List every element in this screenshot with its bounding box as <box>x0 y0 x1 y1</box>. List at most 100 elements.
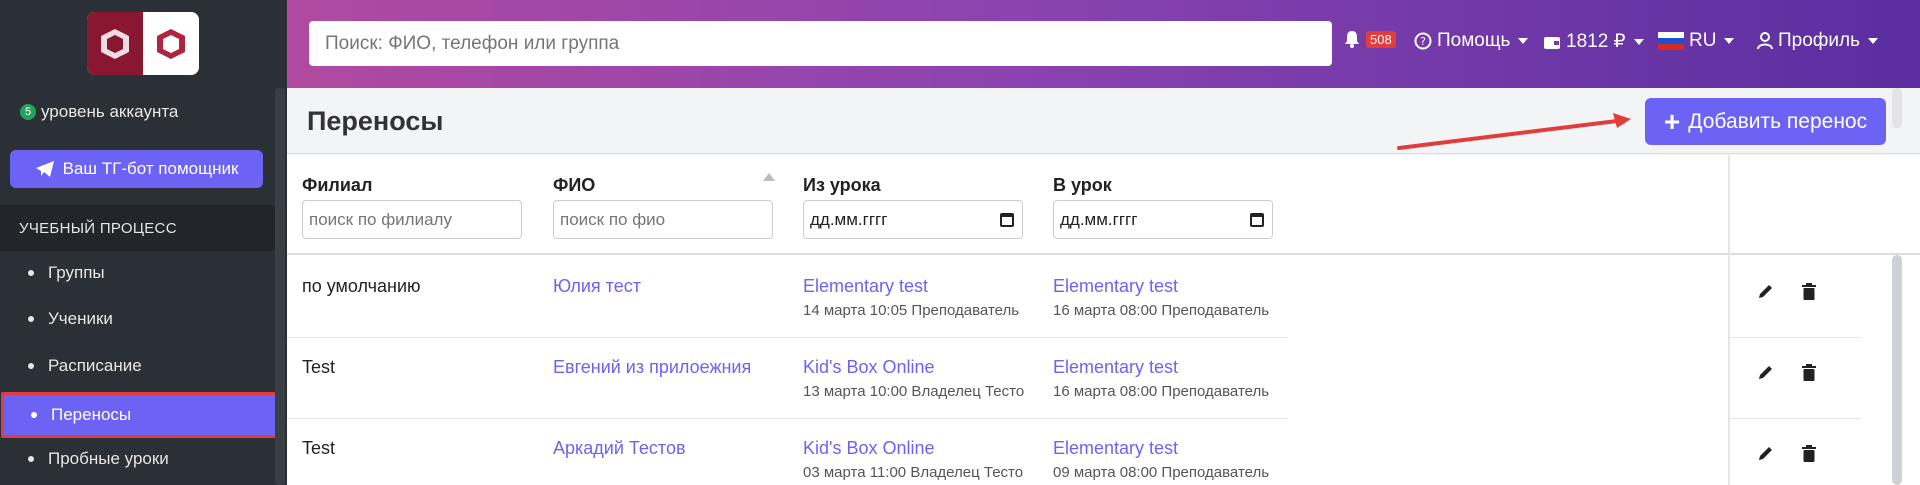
to-lesson-meta: 16 марта 08:00 Преподаватель <box>1053 302 1270 319</box>
table-row: Test Евгений из прилоежния Kid's Box Onl… <box>287 338 1920 419</box>
bullet-icon <box>28 363 34 369</box>
sidebar-item-students[interactable]: Ученики <box>0 297 275 341</box>
from-lesson-link[interactable]: Kid's Box Online <box>803 438 1043 459</box>
from-lesson-cell: Elementary test <box>803 276 1043 297</box>
sidebar-item-schedule[interactable]: Расписание <box>0 344 275 388</box>
logo-emblem-dark <box>87 12 143 75</box>
russia-flag-icon <box>1658 32 1684 50</box>
page-scrollbar-top[interactable] <box>1892 88 1902 128</box>
level-badge: 5 <box>20 104 36 120</box>
add-transfer-label: Добавить перенос <box>1688 109 1868 133</box>
branch-filter-input[interactable] <box>302 200 522 239</box>
bullet-icon <box>28 316 34 322</box>
to-lesson-link[interactable]: Elementary test <box>1053 357 1293 378</box>
page-title: Переносы <box>307 106 444 136</box>
to-lesson-meta: 09 марта 08:00 Преподаватель <box>1053 464 1270 481</box>
from-lesson-meta: 13 марта 10:00 Владелец Тесто <box>803 383 1025 400</box>
from-lesson-link[interactable]: Elementary test <box>803 276 1043 297</box>
notifications-badge: 508 <box>1366 30 1396 48</box>
sidebar-item-label: Группы <box>48 263 105 282</box>
from-lesson-cell: Kid's Box Online <box>803 357 1043 378</box>
annotation-arrow-icon <box>1397 113 1631 150</box>
trash-icon[interactable] <box>1798 443 1820 465</box>
balance-menu[interactable]: 1812 ₽ <box>1543 30 1644 53</box>
sidebar: 5 уровень аккаунта Ваш ТГ-бот помощник У… <box>0 0 287 485</box>
trash-icon[interactable] <box>1798 281 1820 303</box>
edit-icon[interactable] <box>1754 443 1776 465</box>
bullet-icon <box>28 270 34 276</box>
sort-arrow-icon[interactable] <box>763 173 775 181</box>
sidebar-item-groups[interactable]: Группы <box>0 251 275 295</box>
transfers-table: Филиал ФИО Из урока дд.мм.гггг В урок дд… <box>287 155 1920 485</box>
question-circle-icon: ? <box>1414 32 1432 50</box>
tg-bot-button[interactable]: Ваш ТГ-бот помощник <box>10 150 263 188</box>
edit-icon[interactable] <box>1754 281 1776 303</box>
balance-label: 1812 ₽ <box>1566 31 1626 52</box>
sidebar-item-label: Пробные уроки <box>48 449 169 468</box>
to-lesson-cell: Elementary test <box>1053 438 1293 459</box>
sidebar-item-label: Ученики <box>48 309 113 328</box>
user-icon <box>1757 32 1773 50</box>
sidebar-item-trial-lessons[interactable]: Пробные уроки <box>0 437 275 481</box>
search-input[interactable] <box>309 21 1332 66</box>
student-name-link[interactable]: Аркадий Тестов <box>553 438 686 459</box>
logo-emblem-light <box>143 12 199 75</box>
top-header: 508 ? Помощь 1812 ₽ RU Профиль <box>287 0 1920 88</box>
sidebar-item-label: Расписание <box>48 356 142 375</box>
wallet-icon <box>1544 36 1560 49</box>
highlight-box <box>1 392 282 438</box>
language-label: RU <box>1689 30 1717 51</box>
from-date-input[interactable]: дд.мм.гггг <box>803 200 1023 239</box>
to-lesson-link[interactable]: Elementary test <box>1053 438 1293 459</box>
level-label: уровень аккаунта <box>41 102 179 121</box>
caret-down-icon <box>1633 38 1644 45</box>
caret-down-icon <box>1868 38 1879 44</box>
table-row: Test Аркадий Тестов Kid's Box Online 03 … <box>287 419 1920 485</box>
plus-icon: + <box>1663 105 1681 137</box>
language-menu[interactable]: RU <box>1658 30 1735 52</box>
account-level: 5 уровень аккаунта <box>20 102 178 122</box>
to-date-placeholder: дд.мм.гггг <box>1060 209 1138 229</box>
column-header-to-lesson: В урок <box>1053 175 1112 195</box>
calendar-icon[interactable] <box>1000 212 1014 227</box>
student-name-link[interactable]: Юлия тест <box>553 276 641 297</box>
branch-cell: по умолчанию <box>302 276 421 296</box>
bullet-icon <box>28 456 34 462</box>
caret-down-icon <box>1518 38 1529 44</box>
caret-down-icon <box>1724 38 1735 44</box>
branch-cell: Test <box>302 438 336 458</box>
from-lesson-meta: 03 марта 11:00 Владелец Тесто <box>803 464 1024 481</box>
to-lesson-meta: 16 марта 08:00 Преподаватель <box>1053 383 1270 400</box>
branch-cell: Test <box>302 357 336 377</box>
table-row: по умолчанию Юлия тест Elementary test 1… <box>287 257 1920 338</box>
profile-menu[interactable]: Профиль <box>1757 30 1879 52</box>
svg-text:?: ? <box>1420 35 1426 48</box>
from-lesson-cell: Kid's Box Online <box>803 438 1043 459</box>
page-scrollbar-thumb[interactable] <box>1892 255 1902 485</box>
from-date-placeholder: дд.мм.гггг <box>810 209 888 229</box>
tg-bot-label: Ваш ТГ-бот помощник <box>62 159 239 178</box>
table-header: Филиал ФИО Из урока дд.мм.гггг В урок дд… <box>287 155 1920 255</box>
column-header-branch: Филиал <box>302 175 373 195</box>
sidebar-scrollbar[interactable] <box>275 88 285 485</box>
page-header: Переносы + Добавить перенос <box>287 88 1920 154</box>
help-label: Помощь <box>1437 30 1511 51</box>
help-menu[interactable]: ? Помощь <box>1414 30 1529 52</box>
name-filter-input[interactable] <box>553 200 773 239</box>
profile-label: Профиль <box>1778 30 1861 51</box>
from-lesson-link[interactable]: Kid's Box Online <box>803 357 1043 378</box>
bell-icon <box>1345 31 1359 48</box>
add-transfer-button[interactable]: + Добавить перенос <box>1645 98 1886 145</box>
logo[interactable] <box>87 12 199 75</box>
from-lesson-meta: 14 марта 10:05 Преподаватель <box>803 302 1020 319</box>
calendar-icon[interactable] <box>1250 212 1264 227</box>
edit-icon[interactable] <box>1754 362 1776 384</box>
to-lesson-link[interactable]: Elementary test <box>1053 276 1293 297</box>
student-name-link[interactable]: Евгений из прилоежния <box>553 357 751 378</box>
notifications-button[interactable]: 508 <box>1343 30 1396 48</box>
section-title: УЧЕБНЫЙ ПРОЦЕСС <box>0 205 275 251</box>
column-header-name[interactable]: ФИО <box>553 175 595 196</box>
trash-icon[interactable] <box>1798 362 1820 384</box>
to-date-input[interactable]: дд.мм.гггг <box>1053 200 1273 239</box>
telegram-icon <box>35 161 54 177</box>
